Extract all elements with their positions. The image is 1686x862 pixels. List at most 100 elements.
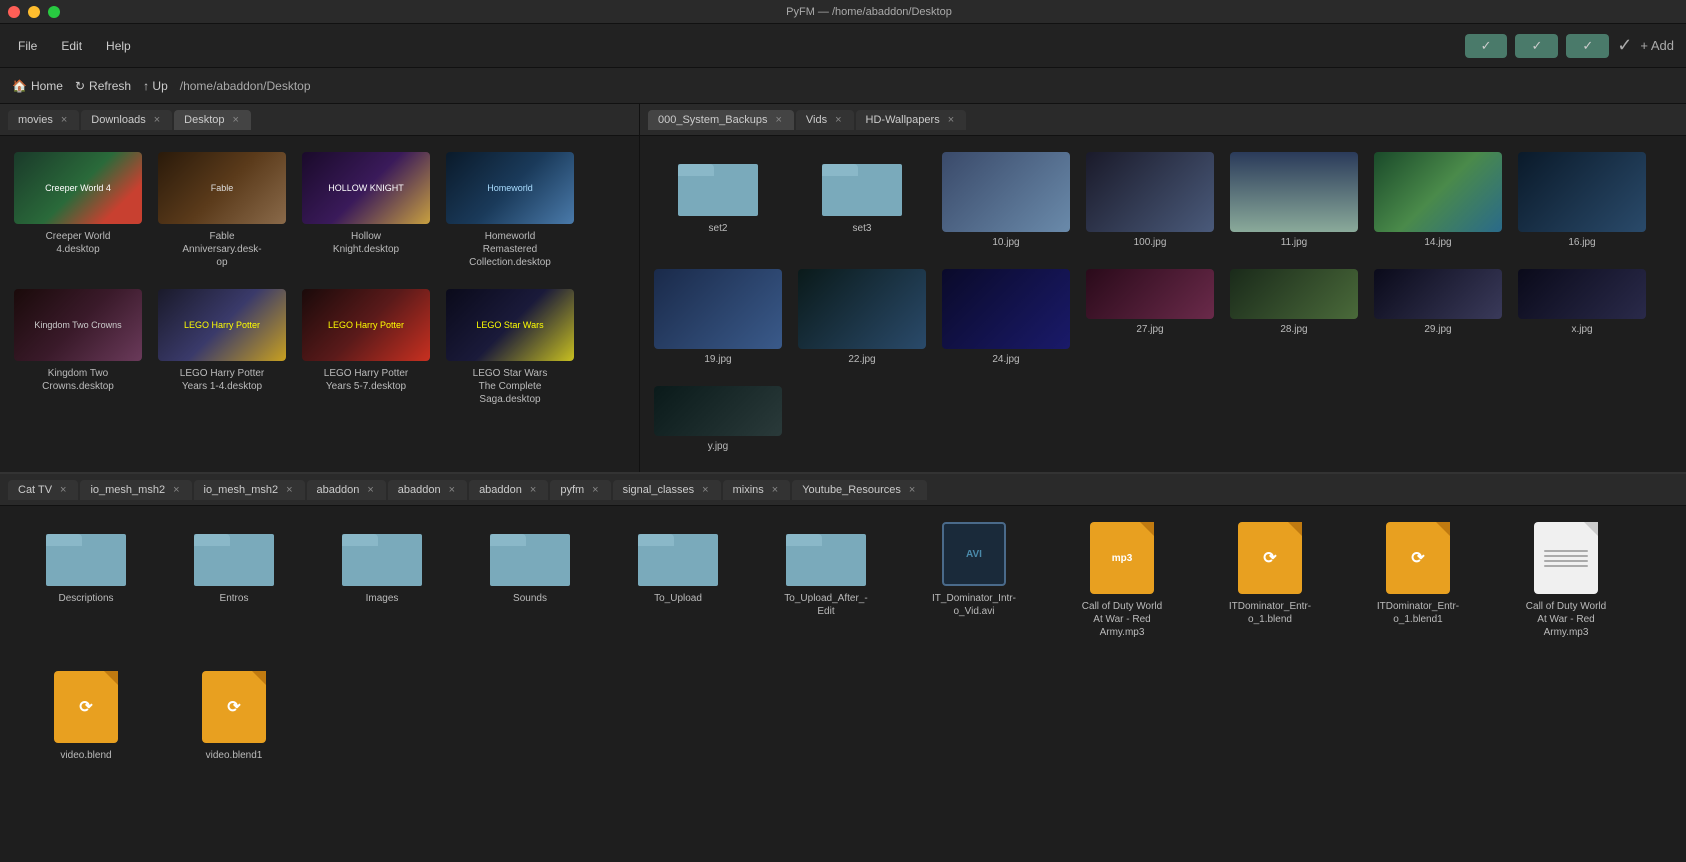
file-thumb: Kingdom Two Crowns (14, 289, 142, 361)
wall-16[interactable]: 16.jpg (1512, 144, 1652, 257)
close-button[interactable] (8, 6, 20, 18)
bottom-file-grid: Descriptions Entros Images (0, 506, 1686, 862)
tab-desktop[interactable]: Desktop × (174, 110, 251, 130)
file-fable[interactable]: Fable FableAnniversary.desk-op (152, 144, 292, 277)
tab-movies[interactable]: movies × (8, 110, 79, 130)
file-name: 100.jpg (1134, 236, 1167, 249)
folder-descriptions[interactable]: Descriptions (16, 514, 156, 647)
wall-28[interactable]: 28.jpg (1224, 261, 1364, 374)
file-lego-sw[interactable]: LEGO Star Wars LEGO Star WarsThe Complet… (440, 281, 580, 414)
wall-x[interactable]: x.jpg (1512, 261, 1652, 374)
file-lego-hp2[interactable]: LEGO Harry Potter LEGO Harry PotterYears… (296, 281, 436, 414)
tab-close[interactable]: × (590, 484, 600, 496)
tab-signal-classes[interactable]: signal_classes × (613, 480, 721, 500)
bottom-pane: Cat TV × io_mesh_msh2 × io_mesh_msh2 × a… (0, 472, 1686, 862)
tab-abaddon-3[interactable]: abaddon × (469, 480, 548, 500)
file-doc[interactable]: Call of Duty WorldAt War - RedArmy.mp3 (1496, 514, 1636, 647)
tab-close[interactable]: × (907, 484, 917, 496)
tab-youtube[interactable]: Youtube_Resources × (792, 480, 927, 500)
folder-to-upload-after[interactable]: To_Upload_After_-Edit (756, 514, 896, 647)
wall-19[interactable]: 19.jpg (648, 261, 788, 374)
tab-abaddon-1[interactable]: abaddon × (307, 480, 386, 500)
file-avi[interactable]: AVI IT_Dominator_Intr-o_Vid.avi (904, 514, 1044, 647)
tab-vids[interactable]: Vids × (796, 110, 854, 130)
tab-mixins[interactable]: mixins × (723, 480, 791, 500)
file-video-blend[interactable]: ⟳ video.blend (16, 663, 156, 770)
check-button-2[interactable]: ✓ (1515, 34, 1558, 58)
folder-entros[interactable]: Entros (164, 514, 304, 647)
wall-10[interactable]: 10.jpg (936, 144, 1076, 257)
tab-000-close[interactable]: × (773, 114, 783, 126)
tab-close[interactable]: × (770, 484, 780, 496)
wall-22[interactable]: 22.jpg (792, 261, 932, 374)
tab-label: io_mesh_msh2 (90, 484, 165, 496)
tab-hd-wallpapers[interactable]: HD-Wallpapers × (856, 110, 967, 130)
folder-images[interactable]: Images (312, 514, 452, 647)
file-mp3[interactable]: mp3 Call of Duty WorldAt War - RedArmy.m… (1052, 514, 1192, 647)
tab-cat-tv[interactable]: Cat TV × (8, 480, 78, 500)
file-hollow-knight[interactable]: HOLLOW KNIGHT HollowKnight.desktop (296, 144, 436, 277)
tab-movies-close[interactable]: × (59, 114, 69, 126)
file-name: LEGO Star WarsThe CompleteSaga.desktop (473, 367, 548, 406)
wall-100[interactable]: 100.jpg (1080, 144, 1220, 257)
tab-close[interactable]: × (365, 484, 375, 496)
file-lego-hp1[interactable]: LEGO Harry Potter LEGO Harry PotterYears… (152, 281, 292, 414)
menu-help[interactable]: Help (100, 37, 137, 55)
file-homeworld[interactable]: Homeworld HomeworldRemasteredCollection.… (440, 144, 580, 277)
folder-to-upload[interactable]: To_Upload (608, 514, 748, 647)
file-blend-1[interactable]: ⟳ ITDominator_Entr-o_1.blend (1200, 514, 1340, 647)
tab-close[interactable]: × (284, 484, 294, 496)
tab-close[interactable]: × (700, 484, 710, 496)
window-title: PyFM — /home/abaddon/Desktop (786, 6, 952, 18)
folder-sounds[interactable]: Sounds (460, 514, 600, 647)
wall-11[interactable]: 11.jpg (1224, 144, 1364, 257)
tab-downloads[interactable]: Downloads × (81, 110, 172, 130)
wall-24[interactable]: 24.jpg (936, 261, 1076, 374)
wall-29[interactable]: 29.jpg (1368, 261, 1508, 374)
check-button-3[interactable]: ✓ (1566, 34, 1609, 58)
folder-set3[interactable]: set3 (792, 144, 932, 257)
file-thumb: LEGO Star Wars (446, 289, 574, 361)
file-video-blend1[interactable]: ⟳ video.blend1 (164, 663, 304, 770)
tab-downloads-close[interactable]: × (152, 114, 162, 126)
right-tab-bar: 000_System_Backups × Vids × HD-Wallpaper… (640, 104, 1686, 136)
check-single-button[interactable]: ✓ (1617, 35, 1632, 56)
home-nav[interactable]: 🏠 Home (12, 79, 63, 93)
wall-14[interactable]: 14.jpg (1368, 144, 1508, 257)
tab-vids-close[interactable]: × (833, 114, 843, 126)
menu-file[interactable]: File (12, 37, 43, 55)
file-thumb: Creeper World 4 (14, 152, 142, 224)
tab-label: mixins (733, 484, 764, 496)
maximize-button[interactable] (48, 6, 60, 18)
tab-pyfm[interactable]: pyfm × (550, 480, 610, 500)
file-name: Entros (220, 592, 249, 605)
tab-io-mesh-1[interactable]: io_mesh_msh2 × (80, 480, 191, 500)
tab-close[interactable]: × (447, 484, 457, 496)
folder-set2[interactable]: set2 (648, 144, 788, 257)
file-kingdom[interactable]: Kingdom Two Crowns Kingdom TwoCrowns.des… (8, 281, 148, 414)
file-name: To_Upload_After_-Edit (784, 592, 867, 618)
menu-edit[interactable]: Edit (55, 37, 88, 55)
wall-27[interactable]: 27.jpg (1080, 261, 1220, 374)
file-name: 24.jpg (992, 353, 1019, 366)
tab-close[interactable]: × (171, 484, 181, 496)
file-name: HomeworldRemasteredCollection.desktop (469, 230, 551, 269)
tab-desktop-close[interactable]: × (231, 114, 241, 126)
left-tab-bar: movies × Downloads × Desktop × (0, 104, 639, 136)
file-creeper-world[interactable]: Creeper World 4 Creeper World4.desktop (8, 144, 148, 277)
file-name: FableAnniversary.desk-op (182, 230, 261, 269)
tab-abaddon-2[interactable]: abaddon × (388, 480, 467, 500)
wall-y[interactable]: y.jpg (648, 378, 788, 461)
tab-000-system[interactable]: 000_System_Backups × (648, 110, 794, 130)
minimize-button[interactable] (28, 6, 40, 18)
tab-io-mesh-2[interactable]: io_mesh_msh2 × (194, 480, 305, 500)
up-nav[interactable]: ↑ Up (143, 79, 168, 93)
file-name: 19.jpg (704, 353, 731, 366)
file-blend-2[interactable]: ⟳ ITDominator_Entr-o_1.blend1 (1348, 514, 1488, 647)
check-button-1[interactable]: ✓ (1465, 34, 1508, 58)
tab-close[interactable]: × (528, 484, 538, 496)
refresh-nav[interactable]: ↻ Refresh (75, 79, 131, 93)
tab-hd-close[interactable]: × (946, 114, 956, 126)
add-button[interactable]: + Add (1640, 38, 1674, 53)
tab-close[interactable]: × (58, 484, 68, 496)
